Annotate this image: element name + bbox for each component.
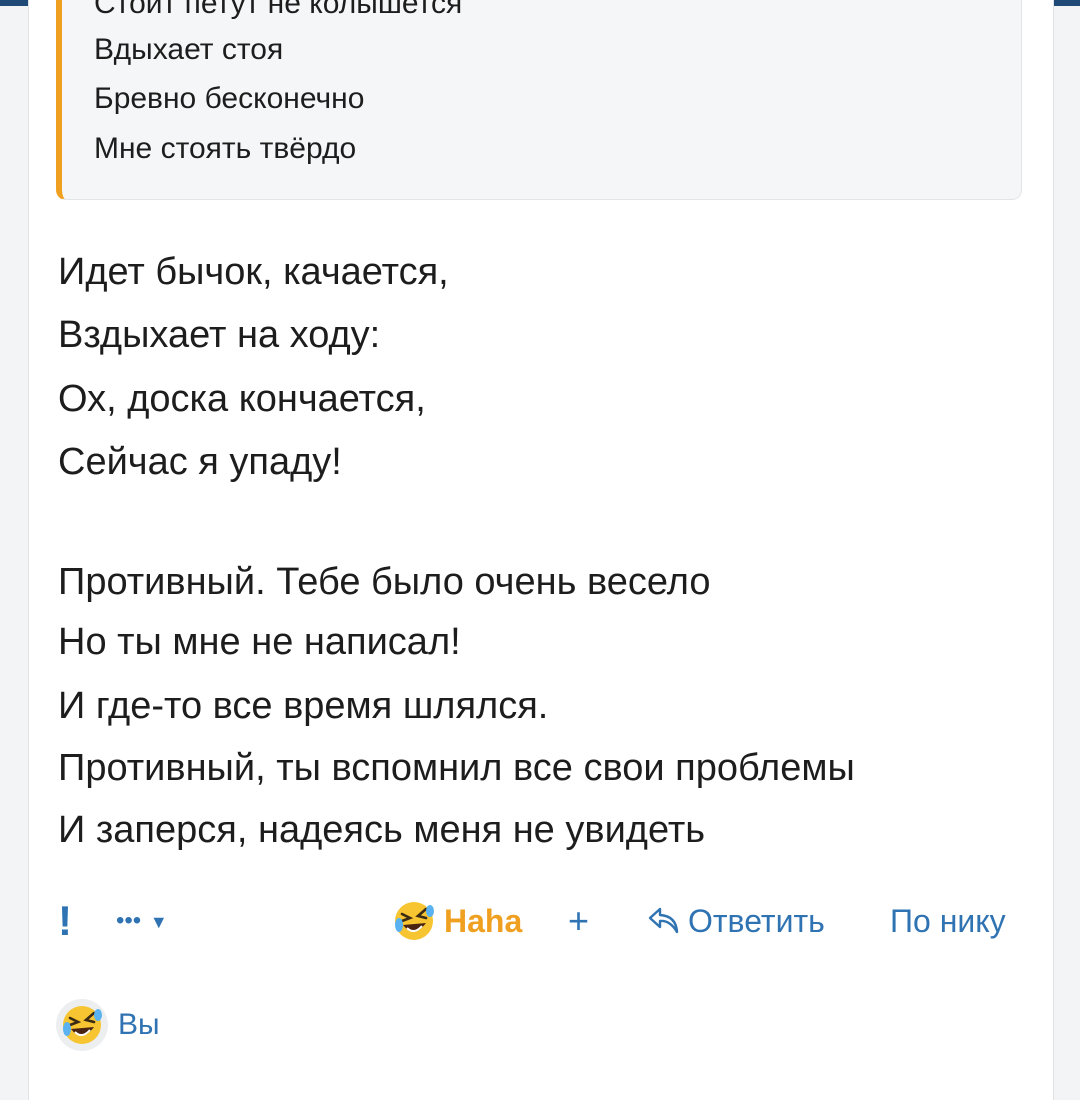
quote-line: Стоит петут не колышется (94, 0, 463, 20)
post-line: И заперся, надеясь меня не увидеть (58, 809, 706, 851)
by-nick-button[interactable]: По нику (890, 898, 1006, 944)
quote-line: Мне стоять твёрдо (94, 132, 357, 165)
rofl-emoji-icon (63, 1006, 102, 1044)
more-actions-button[interactable]: ••• ▼ (116, 898, 168, 944)
reaction-button[interactable]: Haha (392, 898, 522, 944)
reactor-avatar (56, 999, 108, 1051)
post-line: Но ты мне не написал! (58, 621, 461, 663)
report-button[interactable]: ! (58, 898, 76, 944)
quote-line: Бревно бесконечно (94, 82, 365, 115)
reactors-list[interactable]: Вы (56, 998, 160, 1052)
quote-line: Вдыхает стоя (94, 33, 284, 66)
post-line: Противный. Тебе было очень весело (58, 561, 711, 603)
reactors-label: Вы (118, 1008, 160, 1041)
more-dots: ••• (116, 907, 142, 934)
add-reaction-button[interactable]: + (568, 898, 589, 944)
post-line: Идет бычок, качается, (58, 251, 449, 293)
post-line: И где-то все время шлялся. (58, 685, 549, 727)
quote-block: Стоит петут не колышется Вдыхает стоя Бр… (56, 0, 1022, 200)
reply-label: Ответить (688, 903, 825, 939)
post-line: Ох, доска кончается, (58, 378, 426, 420)
reply-icon (648, 907, 679, 934)
chevron-down-icon: ▼ (149, 912, 168, 932)
reaction-label: Haha (444, 903, 523, 939)
post-line: Вздыхает на ходу: (58, 314, 381, 356)
reply-button[interactable]: Ответить (646, 898, 825, 944)
rofl-emoji-icon (395, 902, 434, 940)
post-line: Противный, ты вспомнил все свои проблемы (58, 747, 855, 789)
post-line: Сейчас я упаду! (58, 441, 342, 483)
